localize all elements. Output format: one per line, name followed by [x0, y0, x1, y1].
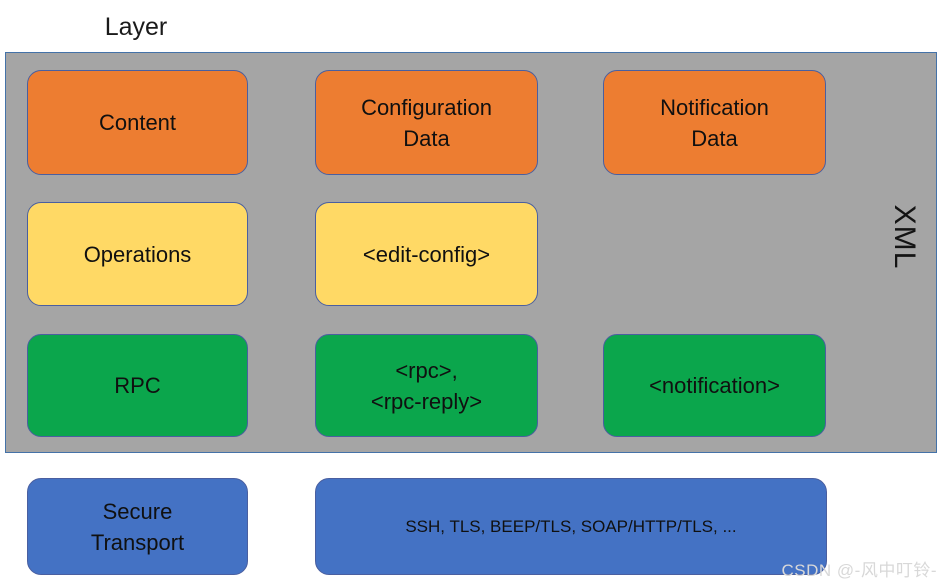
node-label: SSH, TLS, BEEP/TLS, SOAP/HTTP/TLS, ...	[405, 517, 737, 536]
node-label: RPC	[114, 373, 161, 398]
page-title: Layer	[104, 13, 168, 41]
diagram-canvas: Layer XML Content Configuration Data Not…	[0, 0, 943, 587]
node-transport-protocols[interactable]: SSH, TLS, BEEP/TLS, SOAP/HTTP/TLS, ...	[315, 478, 827, 575]
node-label: <rpc>, <rpc-reply>	[370, 357, 483, 414]
node-label: Configuration Data	[361, 94, 492, 151]
node-label: Operations	[83, 241, 192, 267]
node-notification[interactable]: <notification>	[603, 334, 826, 437]
node-label: Notification Data	[660, 94, 769, 151]
xml-panel-label: XML	[888, 204, 921, 270]
node-label: Content	[98, 110, 177, 135]
node-notification-data[interactable]: Notification Data	[603, 70, 826, 175]
node-content[interactable]: Content	[27, 70, 248, 175]
watermark: CSDN @-风中叮铃-	[781, 561, 937, 580]
node-edit-config[interactable]: <edit-config>	[315, 202, 538, 306]
node-secure-transport[interactable]: Secure Transport	[27, 478, 248, 575]
node-rpc[interactable]: RPC	[27, 334, 248, 437]
node-label: <notification>	[649, 373, 780, 398]
node-operations[interactable]: Operations	[27, 202, 248, 306]
node-label: <edit-config>	[362, 241, 491, 267]
node-label: Secure Transport	[90, 498, 185, 555]
node-rpc-messages[interactable]: <rpc>, <rpc-reply>	[315, 334, 538, 437]
node-configuration-data[interactable]: Configuration Data	[315, 70, 538, 175]
